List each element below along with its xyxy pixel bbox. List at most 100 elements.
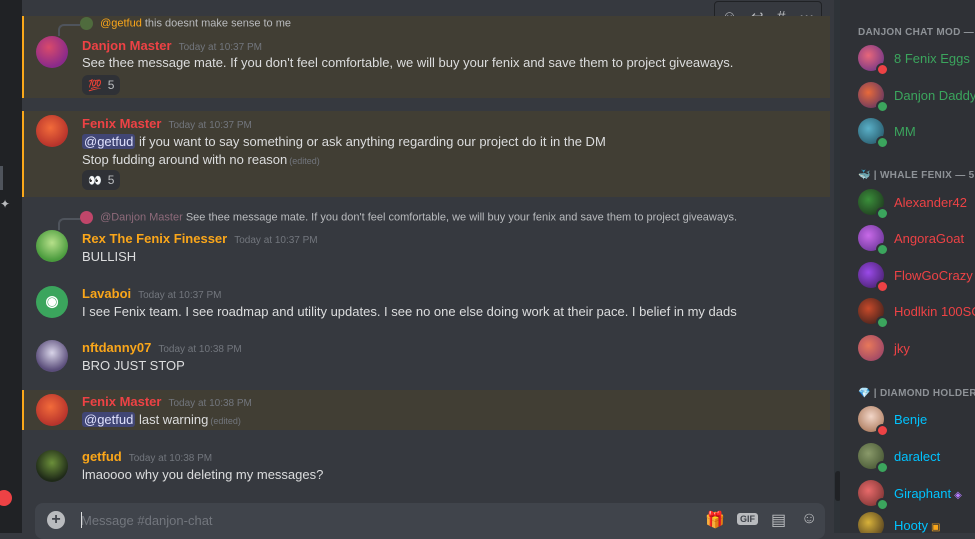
emoji-icon[interactable]: ☺ xyxy=(801,510,817,528)
message-author[interactable]: Fenix Master Today at 10:38 PM xyxy=(82,394,252,409)
avatar[interactable] xyxy=(36,394,68,426)
member-name: Benje xyxy=(894,412,928,427)
author-name[interactable]: Fenix Master xyxy=(82,116,161,131)
message-timestamp: Today at 10:37 PM xyxy=(138,290,222,301)
author-name[interactable]: Lavaboi xyxy=(82,286,131,301)
status-mobile-icon xyxy=(876,100,889,113)
member-item[interactable]: 8 Fenix Eggs xyxy=(858,45,975,76)
status-online-icon xyxy=(876,461,889,474)
message-author[interactable]: Lavaboi Today at 10:37 PM xyxy=(82,286,222,301)
user-mention[interactable]: @getfud xyxy=(82,134,136,149)
member-item[interactable]: FlowGoCrazy xyxy=(858,262,975,293)
message-author[interactable]: nftdanny07 Today at 10:38 PM xyxy=(82,340,242,355)
message-text: I see Fenix team. I see roadmap and util… xyxy=(82,304,737,319)
reaction[interactable]: 👀 5 xyxy=(82,170,121,190)
member-name: Alexander42 xyxy=(894,195,967,210)
gif-icon[interactable]: GIF xyxy=(737,513,758,525)
message[interactable]: ◉ Lavaboi Today at 10:37 PM I see Fenix t… xyxy=(22,284,830,326)
author-name[interactable]: nftdanny07 xyxy=(82,340,151,355)
member-name: AngoraGoat xyxy=(894,231,965,246)
message[interactable]: @getfud this doesnt make sense to me Dan… xyxy=(22,16,830,98)
message[interactable]: Fenix Master Today at 10:37 PM @getfud if… xyxy=(22,111,830,197)
status-mobile-icon xyxy=(876,136,889,149)
member-name: 8 Fenix Eggs xyxy=(894,51,970,66)
eyes-emoji-icon: 👀 xyxy=(88,175,102,187)
server-marker xyxy=(0,166,3,190)
message-composer[interactable]: + Message #danjon-chat 🎁 GIF ▤ ☺ xyxy=(35,503,825,539)
hundred-emoji-icon: 💯 xyxy=(88,80,102,92)
avatar[interactable] xyxy=(36,115,68,147)
message-text: BULLISH xyxy=(82,249,137,264)
member-item[interactable]: Benje xyxy=(858,406,975,437)
avatar[interactable] xyxy=(36,340,68,372)
nitro-badge-icon: ◈ xyxy=(954,490,962,501)
author-name[interactable]: Rex The Fenix Finesser xyxy=(82,231,227,246)
message-timestamp: Today at 10:38 PM xyxy=(168,398,252,409)
member-name: FlowGoCrazy xyxy=(894,268,973,283)
author-name[interactable]: Danjon Master xyxy=(82,38,172,53)
member-item[interactable]: Giraphant ◈ xyxy=(858,480,975,511)
message-author[interactable]: Danjon Master Today at 10:37 PM xyxy=(82,38,262,53)
message[interactable]: @Danjon Master See thee message mate. If… xyxy=(22,208,830,268)
member-item[interactable]: Alexander42 xyxy=(858,189,975,220)
member-item[interactable]: AngoraGoat xyxy=(858,225,975,256)
author-name[interactable]: Fenix Master xyxy=(82,394,161,409)
author-name[interactable]: getfud xyxy=(82,449,122,464)
member-item[interactable]: jky xyxy=(858,335,975,365)
message-timestamp: Today at 10:38 PM xyxy=(128,453,213,464)
status-online-icon xyxy=(876,243,889,256)
owl-badge-icon: ▣ xyxy=(930,522,941,533)
avatar xyxy=(858,335,884,361)
member-item[interactable]: Hooty ▣ xyxy=(858,512,975,533)
reply-reference[interactable]: @getfud this doesnt make sense to me xyxy=(58,17,291,36)
message[interactable]: getfud Today at 10:38 PM lmaoooo why you … xyxy=(22,446,830,488)
notification-pill[interactable] xyxy=(0,490,12,506)
member-name: Hooty ▣ xyxy=(894,518,941,533)
server-list: ✦ xyxy=(0,0,22,533)
reply-reference[interactable]: @Danjon Master See thee message mate. If… xyxy=(58,211,737,230)
message-text: @getfud last warning (edited) xyxy=(82,412,241,427)
member-group-header: 🐳 | WHALE FENIX — 5 xyxy=(858,170,975,181)
member-item[interactable]: MM xyxy=(858,118,975,149)
message-author[interactable]: Rex The Fenix Finesser Today at 10:37 PM xyxy=(82,231,318,246)
discord-logo-icon: ◉ xyxy=(45,293,59,310)
member-group-header: 💎 | DIAMOND HOLDERS xyxy=(858,388,975,399)
message[interactable]: nftdanny07 Today at 10:38 PM BRO JUST STO… xyxy=(22,338,830,380)
reaction-count: 5 xyxy=(107,173,115,187)
explore-icon[interactable]: ✦ xyxy=(0,197,10,211)
message-text: @getfud if you want to say something or … xyxy=(82,134,606,149)
status-mobile-icon xyxy=(876,207,889,220)
status-dnd-icon xyxy=(876,424,889,437)
avatar xyxy=(858,512,884,533)
avatar[interactable]: ◉ xyxy=(36,286,68,318)
message-text: Stop fudding around with no reason (edite… xyxy=(82,152,320,167)
message-author[interactable]: getfud Today at 10:38 PM xyxy=(82,449,212,464)
message-text: BRO JUST STOP xyxy=(82,358,185,373)
message-author[interactable]: Fenix Master Today at 10:37 PM xyxy=(82,116,252,131)
member-group-header: DANJON CHAT MOD — 3 xyxy=(858,27,975,38)
message[interactable]: Fenix Master Today at 10:38 PM @getfud la… xyxy=(22,390,830,430)
edited-label: (edited) xyxy=(289,156,320,166)
member-name: jky xyxy=(894,341,910,356)
diamond-icon: 💎 xyxy=(858,388,871,399)
reaction[interactable]: 💯 5 xyxy=(82,75,121,95)
avatar[interactable] xyxy=(36,230,68,262)
member-item[interactable]: Danjon Daddy xyxy=(858,82,975,113)
add-attachment-icon[interactable]: + xyxy=(47,511,65,529)
gift-icon[interactable]: 🎁 xyxy=(705,510,725,530)
member-name: daralect xyxy=(894,449,941,464)
avatar[interactable] xyxy=(36,450,68,482)
user-mention[interactable]: @getfud xyxy=(82,412,136,427)
member-item[interactable]: daralect xyxy=(858,443,975,474)
status-online-icon xyxy=(876,498,889,511)
status-dnd-icon xyxy=(876,280,889,293)
reply-author[interactable]: @Danjon Master xyxy=(100,211,183,223)
avatar[interactable] xyxy=(36,36,68,68)
member-name: Hodlkin 100SOL xyxy=(894,304,975,319)
reply-author[interactable]: @getfud xyxy=(100,17,142,29)
sticker-icon[interactable]: ▤ xyxy=(771,510,786,530)
member-item[interactable]: Hodlkin 100SOL xyxy=(858,298,975,329)
message-input[interactable]: Message #danjon-chat xyxy=(81,513,213,528)
status-mobile-icon xyxy=(876,316,889,329)
reply-avatar xyxy=(80,17,93,30)
